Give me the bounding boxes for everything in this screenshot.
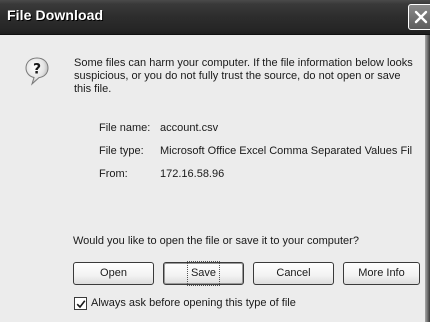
file-type-value: Microsoft Office Excel Comma Separated V… bbox=[160, 145, 413, 157]
from-label: From: bbox=[99, 168, 128, 180]
open-button-label: Open bbox=[100, 267, 127, 279]
window-edge bbox=[425, 35, 430, 322]
save-button[interactable]: Save bbox=[163, 261, 244, 286]
checkmark-icon bbox=[76, 300, 86, 309]
always-ask-checkbox[interactable] bbox=[74, 297, 87, 310]
question-icon: ? bbox=[25, 57, 49, 86]
close-icon bbox=[414, 10, 428, 24]
cancel-button-label: Cancel bbox=[276, 267, 311, 279]
file-type-label: File type: bbox=[99, 145, 144, 157]
warning-text: Some files can harm your computer. If th… bbox=[74, 57, 413, 95]
more-info-button-label: More Info bbox=[358, 267, 405, 279]
file-name-value: account.csv bbox=[160, 122, 219, 134]
title-bar[interactable]: File Download bbox=[0, 0, 430, 35]
always-ask-label[interactable]: Always ask before opening this type of f… bbox=[91, 297, 296, 309]
svg-text:?: ? bbox=[33, 62, 41, 78]
more-info-button[interactable]: More Info bbox=[343, 262, 420, 285]
file-download-dialog: File Download ? Some files can harm your… bbox=[0, 0, 430, 322]
cancel-button[interactable]: Cancel bbox=[253, 262, 334, 285]
save-button-label: Save bbox=[186, 261, 221, 286]
dialog-title: File Download bbox=[7, 7, 104, 23]
open-button[interactable]: Open bbox=[73, 262, 154, 285]
prompt-text: Would you like to open the file or save … bbox=[73, 235, 359, 247]
file-name-label: File name: bbox=[99, 122, 151, 134]
from-value: 172.16.58.96 bbox=[160, 168, 225, 180]
close-button[interactable] bbox=[408, 4, 430, 30]
